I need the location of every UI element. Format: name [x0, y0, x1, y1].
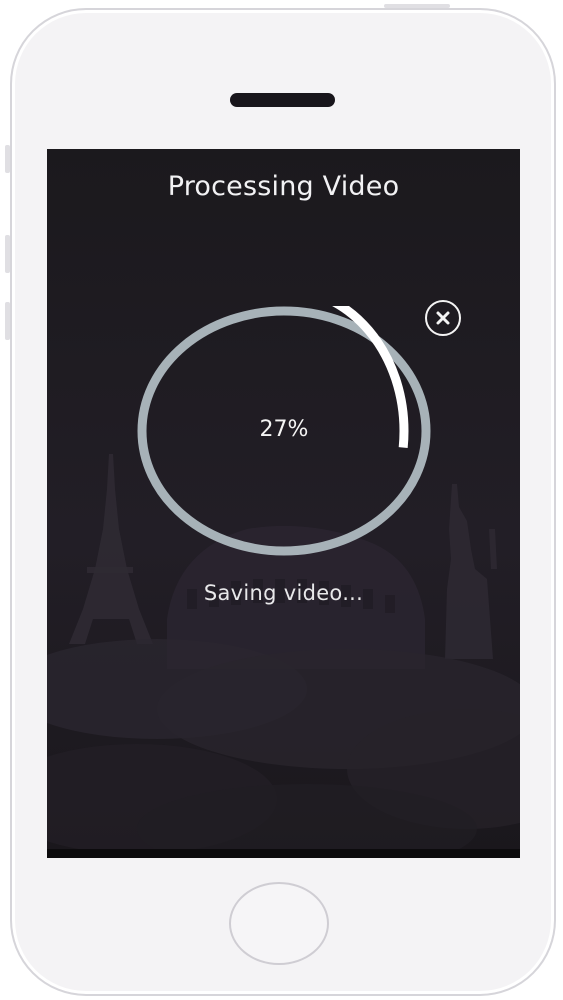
close-icon — [436, 311, 450, 325]
volume-down-button — [5, 302, 10, 340]
power-button — [384, 4, 450, 8]
screen-title: Processing Video — [167, 171, 400, 202]
mute-switch — [5, 145, 10, 173]
home-button[interactable] — [229, 882, 329, 965]
earpiece-speaker — [230, 93, 335, 107]
progress-percent-label: 27% — [259, 417, 309, 442]
close-button[interactable] — [425, 300, 461, 336]
progress-status-text: Saving video... — [203, 581, 364, 605]
volume-up-button — [5, 235, 10, 273]
app-screen: Processing Video 27% Saving video... — [47, 149, 520, 858]
device-mockup: Processing Video 27% Saving video... — [0, 0, 563, 1000]
screen-bottom-bar — [47, 849, 520, 858]
